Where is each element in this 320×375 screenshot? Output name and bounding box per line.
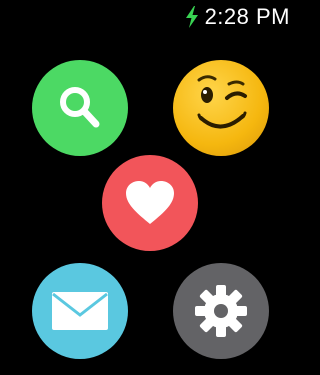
charging-icon <box>185 6 199 28</box>
heart-app-button[interactable] <box>102 155 198 251</box>
status-bar: 2:28 PM <box>185 4 290 30</box>
settings-app-button[interactable] <box>173 263 269 359</box>
search-app-button[interactable] <box>32 60 128 156</box>
magnifying-glass-icon <box>52 80 108 136</box>
heart-icon <box>124 180 176 226</box>
mail-app-button[interactable] <box>32 263 128 359</box>
clock-time: 2:28 PM <box>204 4 290 29</box>
emoji-app-button[interactable] <box>173 60 269 156</box>
watch-home-screen: 2:28 PM <box>0 0 300 375</box>
winking-face-icon <box>173 60 269 156</box>
gear-icon <box>191 281 251 341</box>
envelope-icon <box>51 291 109 331</box>
